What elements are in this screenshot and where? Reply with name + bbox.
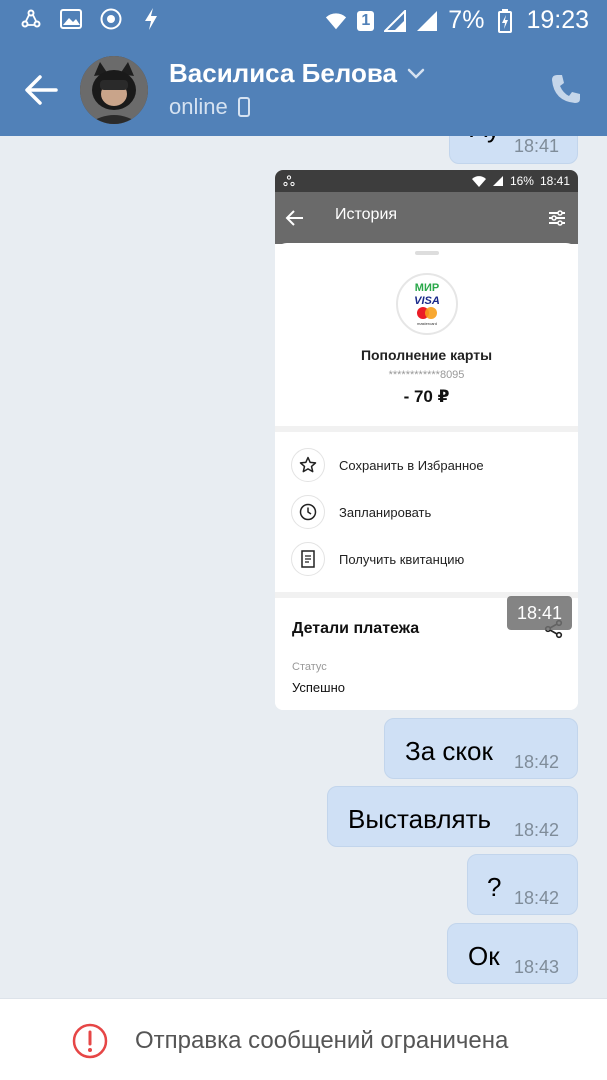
star-icon: [299, 456, 317, 473]
payment-sheet: МИР VISA mastercard Пополнение карты ***…: [275, 243, 578, 710]
share-notification-icon: [283, 175, 295, 187]
message-text: За скок: [405, 736, 493, 766]
arrow-left-icon: [285, 210, 303, 226]
sim-indicator: 1: [357, 10, 375, 31]
action-label: Получить квитанцию: [339, 551, 465, 567]
status-value: Успешно: [292, 680, 345, 695]
card-brand-logo: МИР VISA mastercard: [396, 273, 458, 335]
message-list[interactable]: Ау 18:41 16% 18:41 История МИР VISA: [0, 136, 607, 998]
action-schedule: Запланировать: [291, 495, 431, 529]
message-bubble[interactable]: Выставлять 18:42: [327, 786, 578, 847]
action-label: Запланировать: [339, 504, 432, 520]
message-text: Ок: [468, 941, 500, 971]
message-bubble[interactable]: Ок 18:43: [447, 923, 578, 984]
message-text: ?: [487, 872, 502, 902]
svg-text:VISA: VISA: [414, 295, 440, 307]
arrow-left-icon: [25, 75, 58, 105]
divider: [275, 426, 578, 432]
image-attachment[interactable]: 16% 18:41 История МИР VISA mastercard По…: [275, 170, 578, 710]
attachment-app-bar: История: [275, 192, 578, 244]
back-button[interactable]: [22, 72, 60, 108]
card-number: ************8095: [388, 369, 465, 381]
signal-icon: [492, 176, 503, 186]
wifi-icon: [325, 10, 347, 32]
action-label: Сохранить в Избранное: [339, 457, 484, 473]
message-time: 18:42: [514, 820, 560, 840]
clock: 19:23: [526, 6, 589, 34]
status-bar: 1 7% 19:23: [0, 0, 607, 42]
message-bubble[interactable]: За скок 18:42: [384, 718, 578, 779]
phone-icon: [552, 75, 580, 103]
clock-icon: [299, 503, 317, 521]
message-time: 18:41: [507, 596, 572, 630]
svg-text:МИР: МИР: [415, 282, 439, 294]
attachment-clock: 18:41: [539, 174, 570, 188]
message-text: Выставлять: [348, 804, 492, 834]
payment-title: Пополнение карты: [360, 347, 493, 363]
filter-icon: [549, 210, 565, 226]
restriction-text: Отправка сообщений ограничена: [135, 1027, 509, 1054]
wifi-icon: [471, 175, 486, 187]
attachment-status-bar: 16% 18:41: [275, 170, 578, 192]
signal-icon-2: [416, 10, 438, 32]
status-label: Статус: [292, 661, 327, 673]
receipt-icon: [301, 550, 315, 568]
presence-status: online: [169, 94, 228, 119]
message-bubble[interactable]: ? 18:42: [467, 854, 578, 915]
share-notification-icon: [20, 8, 42, 30]
chat-header: Василиса Белова online: [0, 42, 607, 136]
chevron-down-icon[interactable]: [407, 68, 425, 80]
warning-icon: [72, 1023, 108, 1059]
message-time: 18:41: [514, 136, 560, 156]
attachment-battery: 16%: [509, 174, 534, 188]
chat-title[interactable]: Василиса Белова: [169, 58, 397, 89]
details-heading: Детали платежа: [292, 620, 420, 637]
restriction-bar: Отправка сообщений ограничена: [0, 998, 607, 1080]
battery-percent: 7%: [448, 6, 485, 34]
attachment-title: История: [335, 206, 398, 223]
mobile-icon: [237, 97, 250, 117]
message-text: Ау: [470, 136, 500, 144]
signal-icon: [384, 9, 407, 32]
message-time: 18:42: [514, 752, 560, 772]
message-time: 18:43: [514, 957, 560, 977]
sheet-handle: [415, 251, 439, 255]
gallery-notification-icon: [60, 8, 82, 30]
action-receipt: Получить квитанцию: [291, 542, 464, 576]
call-button[interactable]: [549, 72, 583, 106]
battery-charging-icon: [494, 8, 516, 33]
avatar[interactable]: [80, 56, 148, 124]
payment-amount: - 70 ₽: [403, 387, 450, 406]
message-bubble[interactable]: Ау 18:41: [449, 136, 578, 164]
action-save-favorite: Сохранить в Избранное: [291, 448, 484, 482]
svg-text:mastercard: mastercard: [417, 321, 437, 326]
message-time: 18:42: [514, 888, 560, 908]
flash-notification-icon: [140, 8, 162, 30]
chrome-notification-icon: [100, 8, 122, 30]
